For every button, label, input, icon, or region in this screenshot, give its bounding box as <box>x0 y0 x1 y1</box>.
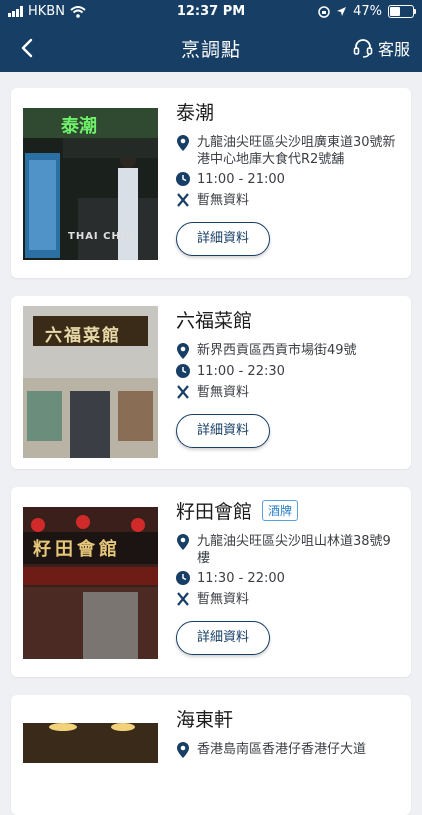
utensils-icon <box>177 193 189 207</box>
restaurant-card: 籽田會館 籽田會館 酒牌 九龍油尖旺區尖沙咀山林道38號9樓 11:30 - 22… <box>11 487 411 677</box>
customer-service-label: 客服 <box>377 40 410 59</box>
details-button[interactable]: 詳細資料 <box>176 621 270 655</box>
location-arrow-icon <box>337 7 347 16</box>
details-button[interactable]: 詳細資料 <box>176 222 270 256</box>
address-text: 九龍油尖旺區尖沙咀廣東道30號新港中心地庫大食代R2號舖 <box>197 135 396 167</box>
restaurant-name: 海東軒 <box>176 709 234 731</box>
clock-icon <box>176 571 190 585</box>
restaurant-photo: 六福菜館 <box>23 306 158 458</box>
restaurant-photo <box>23 723 158 763</box>
restaurant-name: 泰潮 <box>176 102 215 124</box>
photo-sign: 六福菜館 <box>45 326 121 346</box>
photo-sign: 泰潮 <box>61 116 97 137</box>
map-pin-icon <box>177 534 189 550</box>
battery-icon <box>388 5 416 18</box>
clock-icon <box>176 172 190 186</box>
battery-percent: 47% <box>353 4 382 19</box>
hours-text: 11:00 - 21:00 <box>197 172 285 187</box>
hours-text: 11:30 - 22:00 <box>197 571 285 586</box>
cuisine-row: 暫無資料 <box>176 192 401 209</box>
cuisine-text: 暫無資料 <box>197 193 250 208</box>
hours-row: 11:00 - 21:00 <box>176 171 401 188</box>
map-pin-icon <box>177 135 189 151</box>
restaurant-name: 籽田會館 酒牌 <box>176 497 299 524</box>
address-row: 九龍油尖旺區尖沙咀廣東道30號新港中心地庫大食代R2號舖 <box>176 134 401 168</box>
restaurant-photo: 籽田會館 <box>23 507 158 659</box>
photo-sign: 籽田會館 <box>33 539 121 560</box>
map-pin-icon <box>177 742 189 758</box>
cuisine-text: 暫無資料 <box>197 592 250 607</box>
restaurant-card: 六福菜館 六福菜館 新界西貢區西貢市場街49號 11:00 - 22:30 暫無… <box>11 296 411 469</box>
rotation-lock-icon <box>318 5 330 18</box>
cuisine-row: 暫無資料 <box>176 591 401 608</box>
restaurant-name-text: 籽田會館 <box>176 501 253 523</box>
nav-bar: 烹調點 客服 <box>0 24 422 72</box>
status-bar: HKBN 12:37 PM 47% <box>0 0 422 24</box>
address-row: 新界西貢區西貢市場街49號 <box>176 342 401 359</box>
hours-text: 11:00 - 22:30 <box>197 364 285 379</box>
utensils-icon <box>177 592 189 606</box>
customer-service-button[interactable]: 客服 <box>352 36 410 60</box>
hours-row: 11:00 - 22:30 <box>176 363 401 380</box>
clock-icon <box>176 364 190 378</box>
restaurant-card: 泰潮 THAI CHIU 泰潮 九龍油尖旺區尖沙咀廣東道30號新港中心地庫大食代… <box>11 88 411 278</box>
address-text: 新界西貢區西貢市場街49號 <box>197 343 357 358</box>
cuisine-row: 暫無資料 <box>176 384 401 401</box>
headset-icon <box>353 39 373 58</box>
restaurant-photo: 泰潮 THAI CHIU <box>23 108 158 260</box>
restaurant-card: 海東軒 香港島南區香港仔香港仔大道 <box>11 695 411 815</box>
address-row: 九龍油尖旺區尖沙咀山林道38號9樓 <box>176 533 401 567</box>
hours-row: 11:30 - 22:00 <box>176 570 401 587</box>
map-pin-icon <box>177 343 189 359</box>
cuisine-text: 暫無資料 <box>197 385 250 400</box>
address-text: 九龍油尖旺區尖沙咀山林道38號9樓 <box>197 534 391 566</box>
utensils-icon <box>177 385 189 399</box>
restaurant-name: 六福菜館 <box>176 310 253 332</box>
liquor-license-badge: 酒牌 <box>262 500 299 521</box>
photo-sign-secondary: THAI CHIU <box>68 231 135 242</box>
details-button[interactable]: 詳細資料 <box>176 414 270 448</box>
